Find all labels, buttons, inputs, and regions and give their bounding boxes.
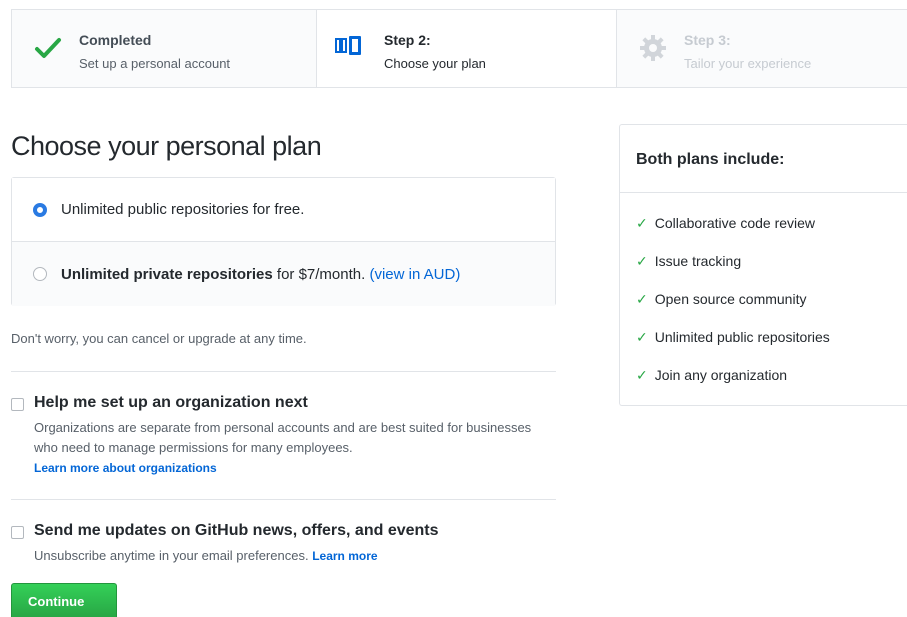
list-item-label: Open source community bbox=[654, 291, 807, 307]
list-item: ✓ Collaborative code review bbox=[636, 215, 815, 232]
list-item-label: Unlimited public repositories bbox=[654, 329, 830, 345]
check-icon: ✓ bbox=[636, 291, 648, 307]
org-option-desc: Organizations are separate from personal… bbox=[34, 418, 554, 478]
cancel-note: Don't worry, you can cancel or upgrade a… bbox=[11, 331, 307, 346]
check-icon: ✓ bbox=[636, 367, 648, 383]
plan-paid-label[interactable]: Unlimited private repositories for $7/mo… bbox=[61, 266, 460, 283]
list-item-label: Collaborative code review bbox=[654, 215, 816, 231]
divider bbox=[11, 371, 556, 372]
step-1-title: Completed bbox=[79, 32, 152, 48]
plan-paid-label-bold: Unlimited private repositories bbox=[61, 265, 273, 283]
step-2-title: Step 2: bbox=[384, 32, 431, 48]
plan-icon bbox=[335, 32, 363, 60]
updates-option-title[interactable]: Send me updates on GitHub news, offers, … bbox=[34, 522, 439, 540]
step-2-desc: Choose your plan bbox=[384, 56, 486, 71]
list-item-label: Join any organization bbox=[654, 367, 788, 383]
signup-steps: Completed Set up a personal account Step… bbox=[11, 9, 907, 88]
plan-selector: Unlimited public repositories for free. … bbox=[11, 177, 556, 306]
plan-paid-price: for $7/month. bbox=[272, 265, 366, 283]
updates-option-desc: Unsubscribe anytime in your email prefer… bbox=[34, 546, 554, 566]
org-checkbox[interactable] bbox=[11, 398, 24, 411]
updates-checkbox[interactable] bbox=[11, 526, 24, 539]
updates-option-desc-text: Unsubscribe anytime in your email prefer… bbox=[34, 548, 309, 563]
list-item: ✓ Open source community bbox=[636, 291, 806, 308]
plan-option-free[interactable]: Unlimited public repositories for free. bbox=[12, 178, 555, 242]
plans-include-title: Both plans include: bbox=[620, 125, 907, 193]
step-upcoming: Step 3: Tailor your experience bbox=[617, 10, 907, 87]
continue-button[interactable]: Continue bbox=[11, 583, 117, 617]
org-option-title[interactable]: Help me set up an organization next bbox=[34, 394, 308, 412]
step-1-desc: Set up a personal account bbox=[79, 56, 231, 71]
learn-more-link[interactable]: Learn more bbox=[312, 549, 377, 563]
check-icon: ✓ bbox=[636, 215, 648, 231]
gear-icon bbox=[639, 34, 667, 62]
step-3-title: Step 3: bbox=[684, 32, 731, 48]
plan-free-label[interactable]: Unlimited public repositories for free. bbox=[61, 201, 304, 218]
page-title: Choose your personal plan bbox=[11, 131, 322, 161]
plans-include-box: Both plans include: ✓ Collaborative code … bbox=[619, 124, 907, 406]
check-icon: ✓ bbox=[636, 329, 648, 345]
view-in-aud-link[interactable]: (view in AUD) bbox=[369, 266, 460, 283]
step-current: Step 2: Choose your plan bbox=[317, 10, 617, 87]
plan-option-paid[interactable]: Unlimited private repositories for $7/mo… bbox=[12, 242, 555, 306]
checkmark-icon bbox=[34, 34, 62, 62]
plan-paid-radio[interactable] bbox=[33, 267, 47, 281]
step-completed: Completed Set up a personal account bbox=[12, 10, 317, 87]
list-item-label: Issue tracking bbox=[654, 253, 742, 269]
check-icon: ✓ bbox=[636, 253, 648, 269]
plan-free-radio[interactable] bbox=[33, 202, 47, 217]
divider bbox=[11, 499, 556, 500]
step-3-desc: Tailor your experience bbox=[684, 56, 812, 71]
list-item: ✓ Unlimited public repositories bbox=[636, 329, 830, 346]
list-item: ✓ Join any organization bbox=[636, 367, 787, 384]
org-option-desc-text: Organizations are separate from personal… bbox=[34, 420, 532, 455]
learn-more-organizations-link[interactable]: Learn more about organizations bbox=[34, 461, 217, 475]
list-item: ✓ Issue tracking bbox=[636, 253, 741, 270]
